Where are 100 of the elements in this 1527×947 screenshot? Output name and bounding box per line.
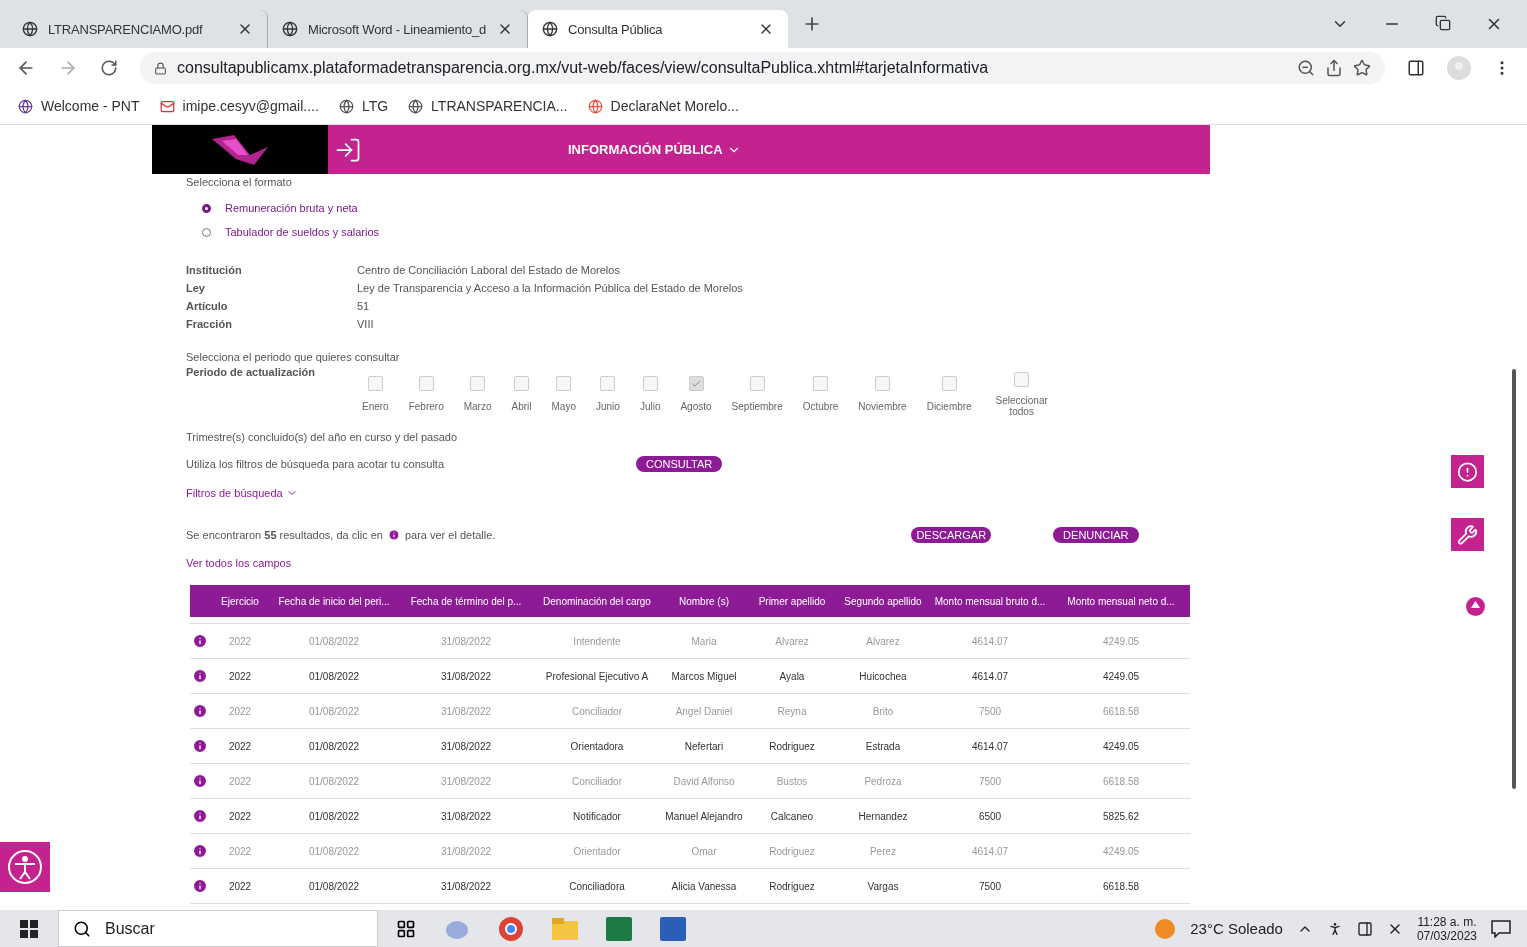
month-option[interactable]: Junio <box>585 376 630 412</box>
spreadsheet-app-icon[interactable] <box>606 916 632 941</box>
checkbox[interactable] <box>875 376 890 391</box>
checkbox[interactable] <box>470 376 486 391</box>
star-icon[interactable] <box>1353 59 1371 77</box>
info-icon[interactable] <box>192 703 208 719</box>
month-option[interactable]: Abril <box>501 376 542 412</box>
info-icon[interactable] <box>192 773 208 789</box>
month-option[interactable]: Enero <box>352 376 399 412</box>
table-cell-text: 6618.58 <box>1101 880 1141 892</box>
column-header[interactable]: Nombre (s) <box>662 595 746 607</box>
clock[interactable]: 11:28 a. m. 07/03/2023 <box>1416 914 1477 943</box>
checkbox[interactable] <box>941 376 957 391</box>
table-cell-text: 4249.05 <box>1101 635 1141 647</box>
reload-icon[interactable] <box>100 59 118 77</box>
info-icon[interactable] <box>192 738 208 754</box>
month-label: Octubre <box>802 401 839 412</box>
checkbox[interactable] <box>642 376 658 391</box>
month-option[interactable]: Febrero <box>398 376 454 412</box>
info-icon[interactable] <box>192 668 208 684</box>
info-icon[interactable] <box>192 878 208 894</box>
format-option[interactable]: Remuneración bruta y neta <box>202 202 1210 214</box>
browser-tab[interactable]: Consulta Pública <box>528 10 788 48</box>
tools-button[interactable] <box>1451 518 1484 551</box>
table-cell-text: 6618.58 <box>1101 775 1141 787</box>
column-header[interactable]: Denominación del cargo <box>532 595 662 607</box>
browser-app-icon[interactable] <box>498 915 524 942</box>
month-option[interactable]: Mayo <box>541 376 586 412</box>
column-header[interactable]: Segundo apellido <box>838 595 928 607</box>
table-cell-text: 6618.58 <box>1101 705 1141 717</box>
info-icon[interactable] <box>192 808 208 824</box>
bookmark-link[interactable]: imipe.cesyv@gmail.... <box>159 98 319 114</box>
search-filters-link[interactable]: Filtros de búsqueda <box>186 487 298 499</box>
results-text: para ver el detalle. <box>404 529 496 541</box>
checkbox[interactable] <box>813 376 828 391</box>
zoom-out-icon[interactable] <box>1297 59 1315 77</box>
radio-button[interactable] <box>202 203 211 213</box>
bookmark-link[interactable]: LTRANSPARENCIA... <box>408 98 568 114</box>
info-value: 51 <box>357 300 371 312</box>
notification-icon[interactable] <box>1491 919 1511 938</box>
checkbox[interactable] <box>556 376 572 391</box>
bookmark-link[interactable]: Welcome - PNT <box>18 98 140 114</box>
column-header[interactable]: Monto mensual neto d... <box>1052 595 1190 607</box>
checkbox[interactable] <box>1014 372 1030 387</box>
address-bar[interactable]: consultapublicamx.plataformadetransparencia.org.mx/vut-web/faces/view/consultaPublica.xhtml#tarjetaInformativa <box>140 52 1385 84</box>
table-cell-text: Bustos <box>775 775 809 787</box>
task-view-icon[interactable] <box>396 918 416 939</box>
accessibility-button[interactable] <box>0 842 50 892</box>
start-icon[interactable] <box>20 919 38 938</box>
select-all-option[interactable]: Seleccionar todos <box>981 372 1062 417</box>
report-button[interactable]: DENUNCIAR <box>1053 527 1139 543</box>
month-option[interactable]: Noviembre <box>848 376 917 412</box>
column-header[interactable]: Primer apellido <box>746 595 838 607</box>
radio-button[interactable] <box>202 227 211 237</box>
option-label: Remuneración bruta y neta <box>225 202 358 214</box>
checkbox[interactable] <box>367 376 383 391</box>
month-option[interactable]: Diciembre <box>916 376 982 412</box>
bookmark-link[interactable]: LTG <box>338 98 389 114</box>
column-header[interactable]: Monto mensual bruto d... <box>928 595 1052 607</box>
month-option[interactable]: Agosto <box>670 376 722 412</box>
consult-button[interactable]: CONSULTAR <box>636 456 723 472</box>
quarter-note: Trimestre(s) concluido(s) del año en curso y del pasado <box>186 431 459 443</box>
check-icon <box>691 378 701 389</box>
checkbox[interactable] <box>418 376 434 391</box>
month-label: Diciembre <box>926 401 972 412</box>
view-all-fields-link[interactable]: Ver todos los campos <box>186 557 292 569</box>
month-option[interactable]: Julio <box>629 376 671 412</box>
scrollbar-thumb[interactable] <box>1512 369 1516 789</box>
share-icon[interactable] <box>1325 59 1343 77</box>
document-app-icon[interactable] <box>660 916 686 941</box>
format-option[interactable]: Tabulador de sueldos y salarios <box>202 226 1210 238</box>
month-option[interactable]: Septiembre <box>721 376 793 412</box>
info-icon[interactable] <box>192 633 208 649</box>
month-label: Enero <box>362 401 389 412</box>
table-cell-text: 2022 <box>227 880 253 892</box>
bookmark-link[interactable]: DeclaraNet Morelo... <box>587 98 739 114</box>
alert-button[interactable] <box>1451 455 1484 488</box>
month-option[interactable]: Marzo <box>453 376 502 412</box>
table-cell-text: Reyna <box>776 705 808 717</box>
column-header[interactable]: Fecha de inicio del peri... <box>268 595 400 607</box>
checkbox[interactable] <box>688 376 704 391</box>
scroll-top-button[interactable] <box>1466 597 1485 616</box>
table-cell-text: Rodriguez <box>768 880 816 892</box>
download-button[interactable]: DESCARGAR <box>911 527 992 543</box>
table-cell-text: 2022 <box>227 705 253 717</box>
alert-icon <box>1457 459 1478 484</box>
info-icon[interactable] <box>192 843 208 859</box>
column-header[interactable]: Fecha de término del p... <box>400 595 532 607</box>
column-header[interactable]: Ejercicio <box>212 595 268 607</box>
restore-icon[interactable] <box>1435 15 1451 31</box>
information-menu[interactable]: INFORMACIÓN PÚBLICA <box>562 141 747 158</box>
checkbox[interactable] <box>749 376 765 391</box>
section-label: Selecciona el formato <box>186 176 293 188</box>
checkbox[interactable] <box>514 376 529 391</box>
checkbox[interactable] <box>600 376 616 391</box>
side-panel-icon[interactable] <box>1407 59 1425 77</box>
month-option[interactable]: Octubre <box>792 376 849 412</box>
taskbar-search-box[interactable]: Buscar <box>58 910 378 947</box>
table-cell-text: 01/08/2022 <box>307 705 361 717</box>
table-cell-text: Marcos Miguel <box>670 670 738 682</box>
